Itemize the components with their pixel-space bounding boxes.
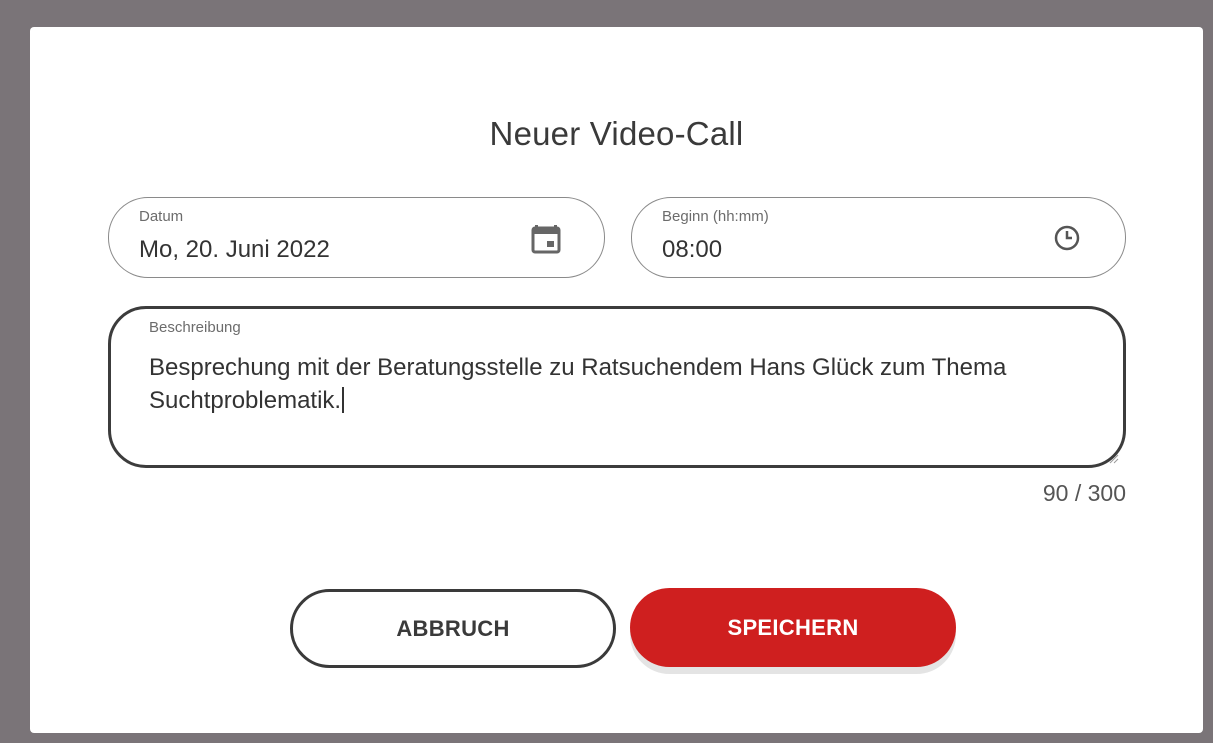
description-line-2: Suchtproblematik. — [149, 384, 1093, 417]
description-value[interactable]: Besprechung mit der Beratungsstelle zu R… — [149, 351, 1093, 417]
clock-icon[interactable] — [1049, 220, 1085, 256]
description-textarea[interactable]: Beschreibung Besprechung mit der Beratun… — [108, 306, 1126, 468]
start-time-value[interactable]: 08:00 — [662, 236, 722, 264]
calendar-icon[interactable] — [528, 220, 564, 256]
start-time-label: Beginn (hh:mm) — [662, 208, 769, 225]
date-field[interactable]: Datum Mo, 20. Juni 2022 — [108, 197, 605, 278]
date-field-value[interactable]: Mo, 20. Juni 2022 — [139, 236, 330, 264]
text-caret — [342, 387, 344, 413]
save-button[interactable]: SPEICHERN — [630, 588, 956, 667]
description-line-2-text: Suchtproblematik. — [149, 387, 342, 414]
video-call-dialog: Neuer Video-Call Datum Mo, 20. Juni 2022… — [30, 27, 1203, 733]
cancel-button[interactable]: ABBRUCH — [290, 589, 616, 668]
date-field-label: Datum — [139, 208, 184, 225]
resize-handle-icon[interactable] — [1109, 451, 1119, 464]
character-counter: 90 / 300 — [1042, 480, 1126, 506]
description-label: Beschreibung — [149, 319, 241, 336]
dialog-title: Neuer Video-Call — [489, 115, 744, 152]
description-line-1: Besprechung mit der Beratungsstelle zu R… — [149, 354, 1007, 381]
start-time-field[interactable]: Beginn (hh:mm) 08:00 — [631, 197, 1126, 278]
